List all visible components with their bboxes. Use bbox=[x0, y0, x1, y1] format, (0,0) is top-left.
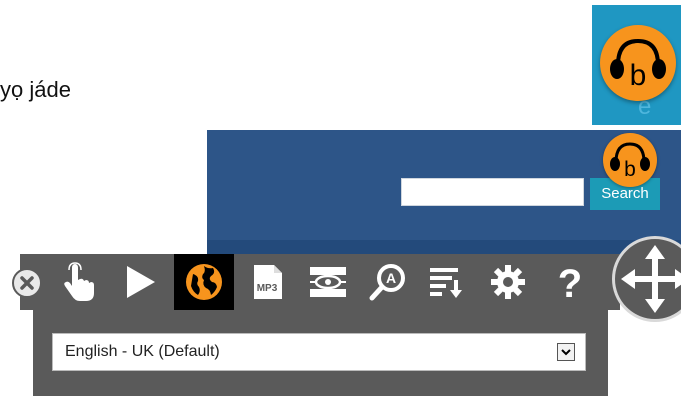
logo-tile: e b bbox=[592, 5, 681, 125]
search-input[interactable] bbox=[401, 178, 584, 206]
svg-text:A: A bbox=[386, 270, 396, 286]
screen-mask-icon bbox=[310, 267, 346, 297]
magnifier-icon: A bbox=[369, 264, 405, 301]
text-mode-button[interactable] bbox=[416, 254, 476, 310]
close-toolbar-button[interactable] bbox=[12, 268, 42, 298]
small-logo-letter: b bbox=[624, 158, 636, 181]
globe-icon bbox=[186, 264, 222, 300]
language-select[interactable]: English - UK (Default) bbox=[52, 333, 586, 371]
question-icon: ? bbox=[558, 262, 582, 302]
svg-text:?: ? bbox=[558, 262, 582, 302]
svg-text:MP3: MP3 bbox=[257, 283, 278, 294]
close-icon bbox=[20, 276, 34, 290]
translate-button[interactable] bbox=[174, 254, 234, 310]
click-to-speak-button[interactable] bbox=[48, 254, 108, 310]
screen-mask-button[interactable] bbox=[298, 254, 358, 310]
play-icon bbox=[127, 266, 155, 298]
move-arrows-icon bbox=[621, 245, 681, 313]
mp3-file-icon: MP3 bbox=[254, 265, 282, 299]
logo-letter: b bbox=[630, 59, 647, 92]
browsealoud-logo-icon[interactable]: b bbox=[600, 25, 676, 101]
gear-icon bbox=[491, 265, 525, 299]
hand-pointer-icon bbox=[64, 262, 94, 301]
help-button[interactable]: ? bbox=[540, 254, 600, 310]
magnifier-button[interactable]: A bbox=[358, 254, 418, 310]
speech-toolbar: MP3 A ? bbox=[20, 254, 620, 310]
browsealoud-small-logo-icon[interactable]: b bbox=[603, 133, 657, 187]
language-select-value: English - UK (Default) bbox=[65, 343, 220, 360]
text-list-icon bbox=[430, 268, 462, 298]
play-button[interactable] bbox=[110, 254, 170, 310]
mp3-button[interactable]: MP3 bbox=[238, 254, 298, 310]
settings-button[interactable] bbox=[478, 254, 538, 310]
chevron-down-icon[interactable] bbox=[557, 343, 575, 361]
move-toolbar-handle[interactable] bbox=[612, 236, 681, 322]
page-text-fragment: yọ jáde bbox=[0, 77, 71, 102]
